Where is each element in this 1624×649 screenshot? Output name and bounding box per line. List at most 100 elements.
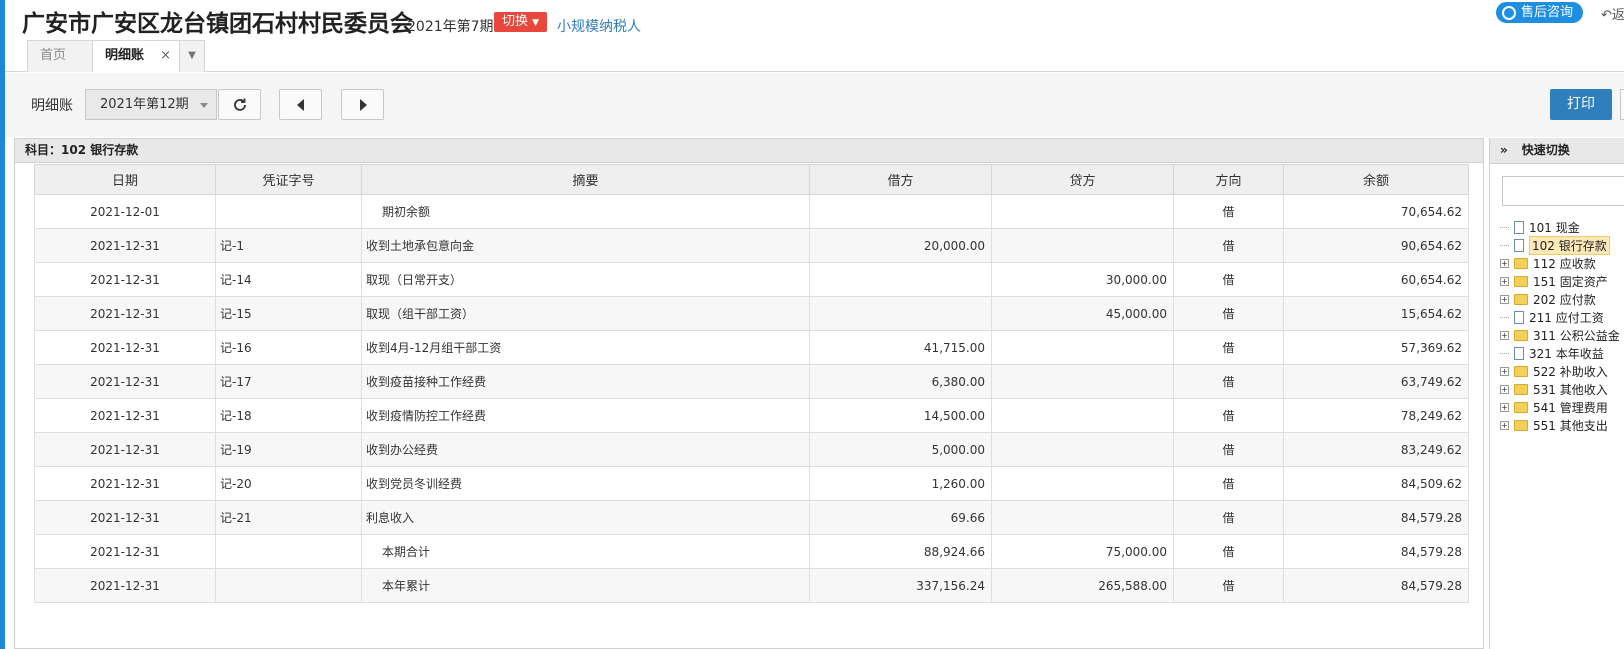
table-row[interactable]: 2021-12-31 记-14 取现（日常开支） 30,000.00 借 60,654.6…	[34, 262, 1469, 297]
back-label: 返	[1611, 8, 1624, 23]
cell-date: 2021-12-31	[34, 364, 216, 399]
cell-direction: 借	[1173, 330, 1284, 365]
tree-item[interactable]: 211 应付工资	[1500, 308, 1620, 326]
cell-debit: 69.66	[809, 500, 992, 535]
tree-item[interactable]: +522 补助收入	[1500, 362, 1620, 380]
cell-direction: 借	[1173, 466, 1284, 501]
cell-credit	[991, 228, 1174, 263]
cell-direction: 借	[1173, 568, 1284, 603]
tab-home[interactable]: 首页	[27, 40, 93, 72]
table-row[interactable]: 2021-12-31 本年累计 337,156.24 265,588.00 借 84,57…	[34, 568, 1469, 603]
cell-debit	[809, 262, 992, 297]
tree-item[interactable]: +151 固定资产	[1500, 272, 1620, 290]
next-button[interactable]	[341, 89, 384, 120]
close-icon[interactable]: ×	[160, 41, 171, 71]
table-row[interactable]: 2021-12-01 期初余额 借 70,654.62	[34, 194, 1469, 229]
expand-icon[interactable]: +	[1500, 420, 1509, 430]
expand-icon[interactable]: +	[1500, 330, 1509, 340]
tab-ledger[interactable]: 明细账 ×	[92, 40, 180, 72]
after-sales-button[interactable]: 售后咨询	[1496, 2, 1584, 23]
refresh-button[interactable]	[218, 89, 261, 120]
expand-icon[interactable]: +	[1500, 402, 1509, 412]
tree-item[interactable]: 321 本年收益	[1500, 344, 1620, 362]
table-row[interactable]: 2021-12-31 记-19 收到办公经费 5,000.00 借 83,249.62	[34, 432, 1469, 467]
col-debit[interactable]: 借方	[809, 164, 992, 195]
col-date[interactable]: 日期	[34, 164, 216, 195]
folder-icon	[1514, 329, 1528, 341]
tree-item[interactable]: +551 其他支出	[1500, 416, 1620, 434]
quick-switch-header: » 快速切换	[1490, 138, 1624, 164]
print-button[interactable]: 打印	[1550, 89, 1612, 120]
col-voucher[interactable]: 凭证字号	[215, 164, 362, 195]
col-credit[interactable]: 贷方	[991, 164, 1174, 195]
cell-voucher: 记-17	[215, 364, 362, 399]
cell-voucher: 记-19	[215, 432, 362, 467]
tab-more-button[interactable]: ▼	[179, 40, 205, 72]
collapse-icon[interactable]: »	[1500, 143, 1508, 157]
period-select-value: 2021年第12期	[100, 97, 189, 112]
cell-credit: 75,000.00	[991, 534, 1174, 569]
expand-icon[interactable]: +	[1500, 384, 1509, 394]
cell-voucher: 记-1	[215, 228, 362, 263]
tree-connector	[1500, 244, 1509, 246]
cell-summary: 本期合计	[361, 534, 810, 569]
tree-item[interactable]: +311 公积公益金	[1500, 326, 1620, 344]
expand-icon[interactable]: +	[1500, 366, 1509, 376]
cell-credit	[991, 330, 1174, 365]
cell-voucher: 记-18	[215, 398, 362, 433]
table-row[interactable]: 2021-12-31 记-20 收到党员冬训经费 1,260.00 借 84,509.62	[34, 466, 1469, 501]
table-row[interactable]: 2021-12-31 记-15 取现（组干部工资） 45,000.00 借 15,654.…	[34, 296, 1469, 331]
switch-period-button[interactable]: 切换 ▼	[494, 12, 548, 32]
extra-toolbar-button[interactable]	[1620, 89, 1624, 120]
expand-icon[interactable]: +	[1500, 276, 1509, 286]
switch-label: 切换	[502, 14, 529, 29]
toolbar-label: 明细账	[31, 98, 73, 114]
expand-icon[interactable]: +	[1500, 294, 1509, 304]
tree-item-label: 211 应付工资	[1529, 310, 1604, 325]
table-row[interactable]: 2021-12-31 记-1 收到土地承包意向金 20,000.00 借 90,654.6…	[34, 228, 1469, 263]
back-link[interactable]: ↶返	[1601, 4, 1624, 23]
cell-credit: 265,588.00	[991, 568, 1174, 603]
table-row[interactable]: 2021-12-31 记-21 利息收入 69.66 借 84,579.28	[34, 500, 1469, 535]
col-balance[interactable]: 余额	[1283, 164, 1469, 195]
table-row[interactable]: 2021-12-31 记-16 收到4月-12月组干部工资 41,715.00 借 57,…	[34, 330, 1469, 365]
table-row[interactable]: 2021-12-31 本期合计 88,924.66 75,000.00 借 84,579.…	[34, 534, 1469, 569]
cell-credit	[991, 194, 1174, 229]
tree-item[interactable]: +202 应付款	[1500, 290, 1620, 308]
table-row[interactable]: 2021-12-31 记-17 收到疫苗接种工作经费 6,380.00 借 63,749.…	[34, 364, 1469, 399]
cell-direction: 借	[1173, 194, 1284, 229]
chevron-down-icon: ▼	[188, 50, 196, 61]
table-row[interactable]: 2021-12-31 记-18 收到疫情防控工作经费 14,500.00 借 78,249…	[34, 398, 1469, 433]
cell-debit: 88,924.66	[809, 534, 992, 569]
period-select[interactable]: 2021年第12期	[85, 89, 217, 120]
cell-debit	[809, 194, 992, 229]
cell-summary: 收到党员冬训经费	[361, 466, 810, 501]
cell-date: 2021-12-31	[34, 330, 216, 365]
cell-direction: 借	[1173, 432, 1284, 467]
col-summary[interactable]: 摘要	[361, 164, 810, 195]
tree-item-label: 202 应付款	[1533, 292, 1596, 307]
file-icon	[1514, 238, 1524, 252]
company-title: 广安市广安区龙台镇团石村村民委员会	[22, 11, 413, 37]
after-sales-label: 售后咨询	[1521, 5, 1574, 20]
file-icon	[1514, 310, 1524, 324]
ledger-panel: 科目：102 银行存款 日期 凭证字号 摘要 借方 贷方 方向 余额 2021-…	[14, 138, 1484, 649]
tree-item[interactable]: +541 管理费用	[1500, 398, 1620, 416]
tree-item[interactable]: +531 其他收入	[1500, 380, 1620, 398]
cell-date: 2021-12-31	[34, 534, 216, 569]
quick-search-input[interactable]	[1502, 176, 1624, 206]
cell-summary: 利息收入	[361, 500, 810, 535]
cell-date: 2021-12-01	[34, 194, 216, 229]
cell-date: 2021-12-31	[34, 398, 216, 433]
cell-date: 2021-12-31	[34, 500, 216, 535]
chevron-down-icon	[200, 103, 208, 108]
previous-button[interactable]	[279, 89, 322, 120]
cell-debit: 20,000.00	[809, 228, 992, 263]
cell-balance: 90,654.62	[1283, 228, 1469, 263]
col-direction[interactable]: 方向	[1173, 164, 1284, 195]
tree-item[interactable]: 101 现金	[1500, 218, 1620, 236]
taxpayer-type-link[interactable]: 小规模纳税人	[557, 16, 641, 36]
expand-icon[interactable]: +	[1500, 258, 1509, 268]
tree-item[interactable]: +112 应收款	[1500, 254, 1620, 272]
tree-item[interactable]: 102 银行存款	[1500, 235, 1620, 255]
